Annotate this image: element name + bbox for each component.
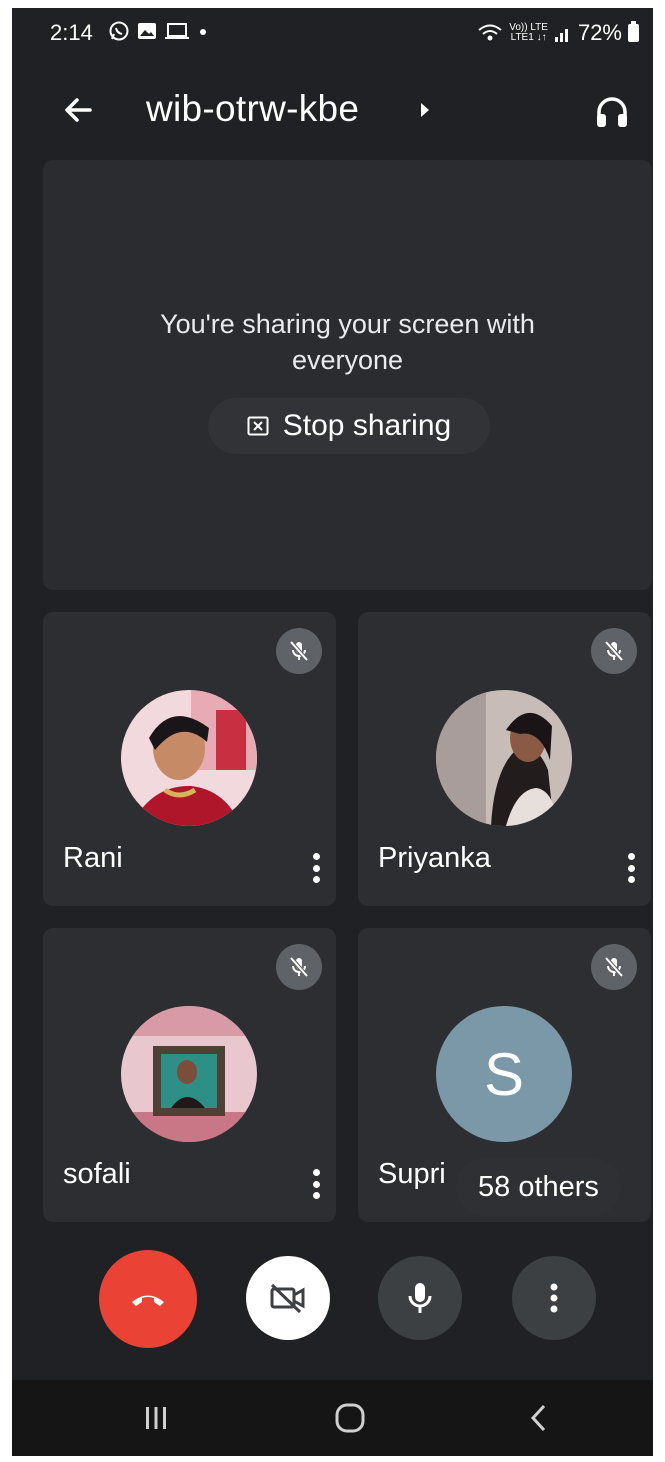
participant-tile[interactable]: Priyanka [358,612,651,906]
mic-off-icon [604,640,624,662]
stop-sharing-label: Stop sharing [282,409,452,442]
meet-screen: 2:14 Vo)) LTE LTE1 ↓↑ 72% wib-otrw-kbe Y… [12,8,653,1456]
status-time: 2:14 [50,20,93,45]
home-icon [335,1403,365,1433]
participant-name: Priyanka [378,842,491,874]
mic-off-indicator [276,944,322,990]
participant-photo-icon [121,1006,257,1142]
mic-off-icon [604,956,624,978]
sharing-message: You're sharing your screen with everyone [160,309,535,375]
camera-off-icon [270,1283,305,1314]
participant-options-button[interactable] [623,850,639,886]
phone-hangup-icon [132,1295,164,1306]
screen-share-panel: You're sharing your screen with everyone… [43,160,652,590]
mic-toggle-button[interactable] [378,1256,462,1340]
mic-off-indicator [276,628,322,674]
more-options-button[interactable] [512,1256,596,1340]
notification-icons [108,20,210,42]
avatar: S [436,1006,572,1142]
participant-options-button[interactable] [308,850,324,886]
headset-icon [597,97,627,127]
battery-percent: 72% [577,20,622,45]
recents-icon [146,1407,166,1429]
stop-sharing-button[interactable]: Stop sharing [208,398,490,454]
mic-off-indicator [591,944,637,990]
arrow-back-icon [65,98,92,122]
others-count-button[interactable]: 58 others [456,1158,621,1216]
participant-tile[interactable]: sofali [43,928,336,1222]
wifi-icon [478,24,502,41]
mic-icon [408,1283,432,1313]
participant-photo-icon [121,690,257,826]
mic-off-icon [289,956,309,978]
system-nav-bar [12,1380,653,1456]
more-vert-icon [550,1283,558,1313]
mic-off-icon [289,640,309,662]
meeting-title[interactable]: wib-otrw-kbe [146,88,359,130]
participant-name: Supri [378,1158,446,1190]
caret-right-icon[interactable] [418,100,432,120]
dot-icon [200,29,206,35]
end-call-button[interactable] [99,1250,197,1348]
back-chevron-icon [530,1404,546,1432]
participant-tile[interactable]: Rani [43,612,336,906]
participant-name: Rani [63,842,123,874]
participant-photo-icon [436,690,572,826]
signal-icon [554,29,568,42]
avatar [121,1006,257,1142]
participant-name: sofali [63,1158,131,1190]
status-bar: 2:14 Vo)) LTE LTE1 ↓↑ 72% [12,8,653,58]
status-right: Vo)) LTE LTE1 ↓↑ 72% [477,20,639,46]
back-nav-button[interactable] [518,1398,558,1438]
back-button[interactable] [58,90,98,130]
recents-button[interactable] [136,1398,176,1438]
laptop-icon [165,23,189,39]
top-app-bar: wib-otrw-kbe [12,78,653,148]
call-controls [12,1246,653,1356]
home-button[interactable] [330,1398,370,1438]
network-label: Vo)) LTE LTE1 ↓↑ [509,22,548,43]
avatar [121,690,257,826]
participant-options-button[interactable] [308,1166,324,1202]
camera-toggle-button[interactable] [246,1256,330,1340]
audio-output-button[interactable] [592,92,632,132]
whatsapp-icon [109,21,129,41]
mic-off-indicator [591,628,637,674]
gallery-icon [138,23,156,39]
stop-share-icon [247,416,269,436]
battery-icon [628,21,639,42]
avatar [436,690,572,826]
